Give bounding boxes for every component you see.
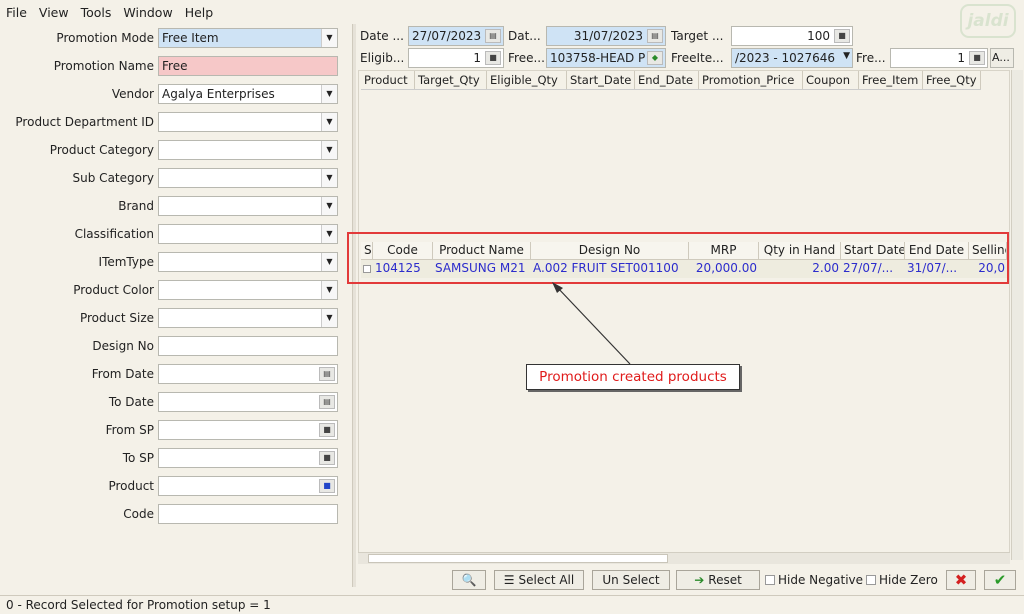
confirm-button[interactable]: ✔	[984, 570, 1016, 590]
select-all-button[interactable]: ☰ Select All	[494, 570, 584, 590]
select-all-label: Select All	[518, 573, 575, 587]
unselect-button[interactable]: Un Select	[592, 570, 670, 590]
preview-button[interactable]: 🔍	[452, 570, 486, 590]
hide-zero-label: Hide Zero	[879, 573, 938, 587]
cancel-button[interactable]: ✖	[946, 570, 976, 590]
checklist-icon: ☰	[503, 573, 515, 587]
horizontal-scrollbar[interactable]	[358, 552, 1010, 564]
reset-label: Reset	[708, 573, 742, 587]
hide-zero-checkbox[interactable]: Hide Zero	[866, 573, 938, 587]
magnifier-icon: 🔍	[461, 573, 477, 587]
close-icon: ✖	[954, 571, 968, 589]
arrow-annotation	[552, 282, 631, 365]
annotation-callout: Promotion created products	[526, 364, 740, 390]
status-bar: 0 - Record Selected for Promotion setup …	[0, 595, 1024, 614]
hide-negative-checkbox[interactable]: Hide Negative	[765, 573, 863, 587]
scroll-thumb[interactable]	[368, 554, 668, 563]
reset-icon: ➔	[694, 573, 705, 587]
checkbox-box[interactable]	[765, 575, 775, 585]
reset-button[interactable]: ➔ Reset	[676, 570, 760, 590]
check-icon: ✔	[993, 571, 1007, 589]
hide-negative-label: Hide Negative	[778, 573, 864, 587]
checkbox-box[interactable]	[866, 575, 876, 585]
action-bar: 🔍 ☰ Select All Un Select ➔ Reset Hide Ne…	[0, 568, 1024, 592]
